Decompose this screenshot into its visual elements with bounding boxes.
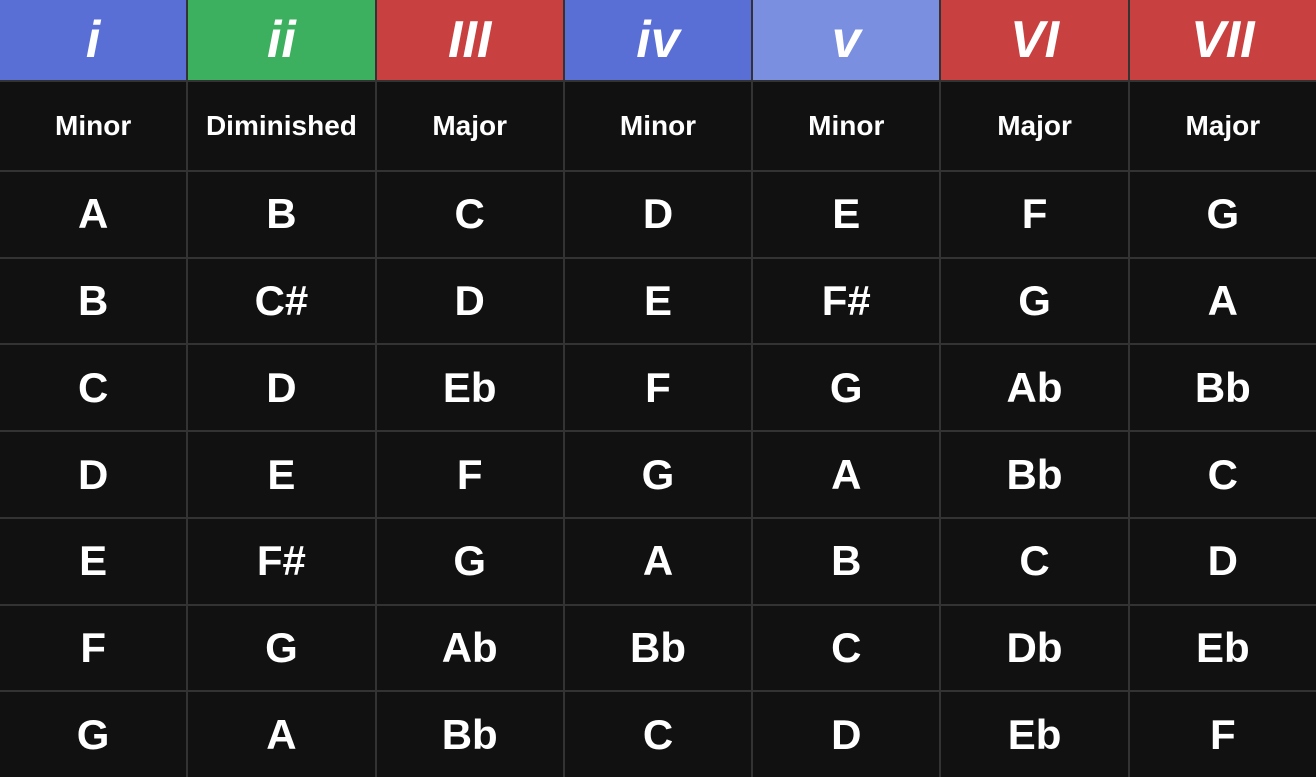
table-cell: A bbox=[753, 432, 941, 517]
table-row: BC#DEF#GA bbox=[0, 257, 1316, 344]
table-row: GABbCDEbF bbox=[0, 690, 1316, 777]
header-col-i: i bbox=[0, 0, 188, 80]
table-cell: C bbox=[1130, 432, 1316, 517]
table-cell: C bbox=[941, 519, 1129, 604]
table-cell: Ab bbox=[941, 345, 1129, 430]
table-cell: F bbox=[0, 606, 188, 691]
header-row: iiiIIIivvVIVII bbox=[0, 0, 1316, 80]
table-cell: G bbox=[0, 692, 188, 777]
table-cell: F bbox=[1130, 692, 1316, 777]
table-cell: E bbox=[753, 172, 941, 257]
table-cell: G bbox=[941, 259, 1129, 344]
table-cell: Ab bbox=[377, 606, 565, 691]
table-cell: G bbox=[188, 606, 376, 691]
table-cell: C bbox=[0, 345, 188, 430]
table-cell: B bbox=[753, 519, 941, 604]
table-cell: E bbox=[565, 259, 753, 344]
table-cell: D bbox=[377, 259, 565, 344]
header-col-iii: III bbox=[377, 0, 565, 80]
table-row: ABCDEFG bbox=[0, 170, 1316, 257]
quality-col-2: Major bbox=[377, 82, 565, 170]
table-cell: G bbox=[753, 345, 941, 430]
quality-col-5: Major bbox=[941, 82, 1129, 170]
table-cell: C bbox=[377, 172, 565, 257]
table-cell: F# bbox=[753, 259, 941, 344]
quality-col-0: Minor bbox=[0, 82, 188, 170]
table-cell: A bbox=[188, 692, 376, 777]
table-cell: Bb bbox=[1130, 345, 1316, 430]
table-cell: D bbox=[188, 345, 376, 430]
quality-col-4: Minor bbox=[753, 82, 941, 170]
table-cell: B bbox=[0, 259, 188, 344]
table-cell: F# bbox=[188, 519, 376, 604]
table-row: FGAbBbCDbEb bbox=[0, 604, 1316, 691]
header-col-iv: iv bbox=[565, 0, 753, 80]
table-cell: F bbox=[565, 345, 753, 430]
table-cell: D bbox=[1130, 519, 1316, 604]
table-row: EF#GABCD bbox=[0, 517, 1316, 604]
quality-col-1: Diminished bbox=[188, 82, 376, 170]
header-col-vii: VII bbox=[1130, 0, 1316, 80]
table-cell: F bbox=[377, 432, 565, 517]
quality-col-6: Major bbox=[1130, 82, 1316, 170]
table-cell: B bbox=[188, 172, 376, 257]
table-cell: Bb bbox=[377, 692, 565, 777]
table-cell: C# bbox=[188, 259, 376, 344]
table-cell: G bbox=[377, 519, 565, 604]
table-cell: Db bbox=[941, 606, 1129, 691]
table-cell: D bbox=[565, 172, 753, 257]
table-cell: C bbox=[565, 692, 753, 777]
table-cell: D bbox=[753, 692, 941, 777]
table-row: CDEbFGAbBb bbox=[0, 343, 1316, 430]
table-cell: Eb bbox=[941, 692, 1129, 777]
quality-col-3: Minor bbox=[565, 82, 753, 170]
table-cell: Eb bbox=[1130, 606, 1316, 691]
table-cell: A bbox=[0, 172, 188, 257]
header-col-ii: ii bbox=[188, 0, 376, 80]
table-cell: A bbox=[1130, 259, 1316, 344]
table-cell: Bb bbox=[565, 606, 753, 691]
header-col-v: v bbox=[753, 0, 941, 80]
table-cell: G bbox=[565, 432, 753, 517]
table-cell: E bbox=[0, 519, 188, 604]
quality-row: MinorDiminishedMajorMinorMinorMajorMajor bbox=[0, 80, 1316, 170]
table-cell: D bbox=[0, 432, 188, 517]
header-col-vi: VI bbox=[941, 0, 1129, 80]
table-cell: Eb bbox=[377, 345, 565, 430]
table-cell: E bbox=[188, 432, 376, 517]
chord-table: iiiIIIivvVIVII MinorDiminishedMajorMinor… bbox=[0, 0, 1316, 777]
table-cell: G bbox=[1130, 172, 1316, 257]
table-cell: Bb bbox=[941, 432, 1129, 517]
table-row: DEFGABbC bbox=[0, 430, 1316, 517]
table-cell: C bbox=[753, 606, 941, 691]
table-cell: A bbox=[565, 519, 753, 604]
table-cell: F bbox=[941, 172, 1129, 257]
